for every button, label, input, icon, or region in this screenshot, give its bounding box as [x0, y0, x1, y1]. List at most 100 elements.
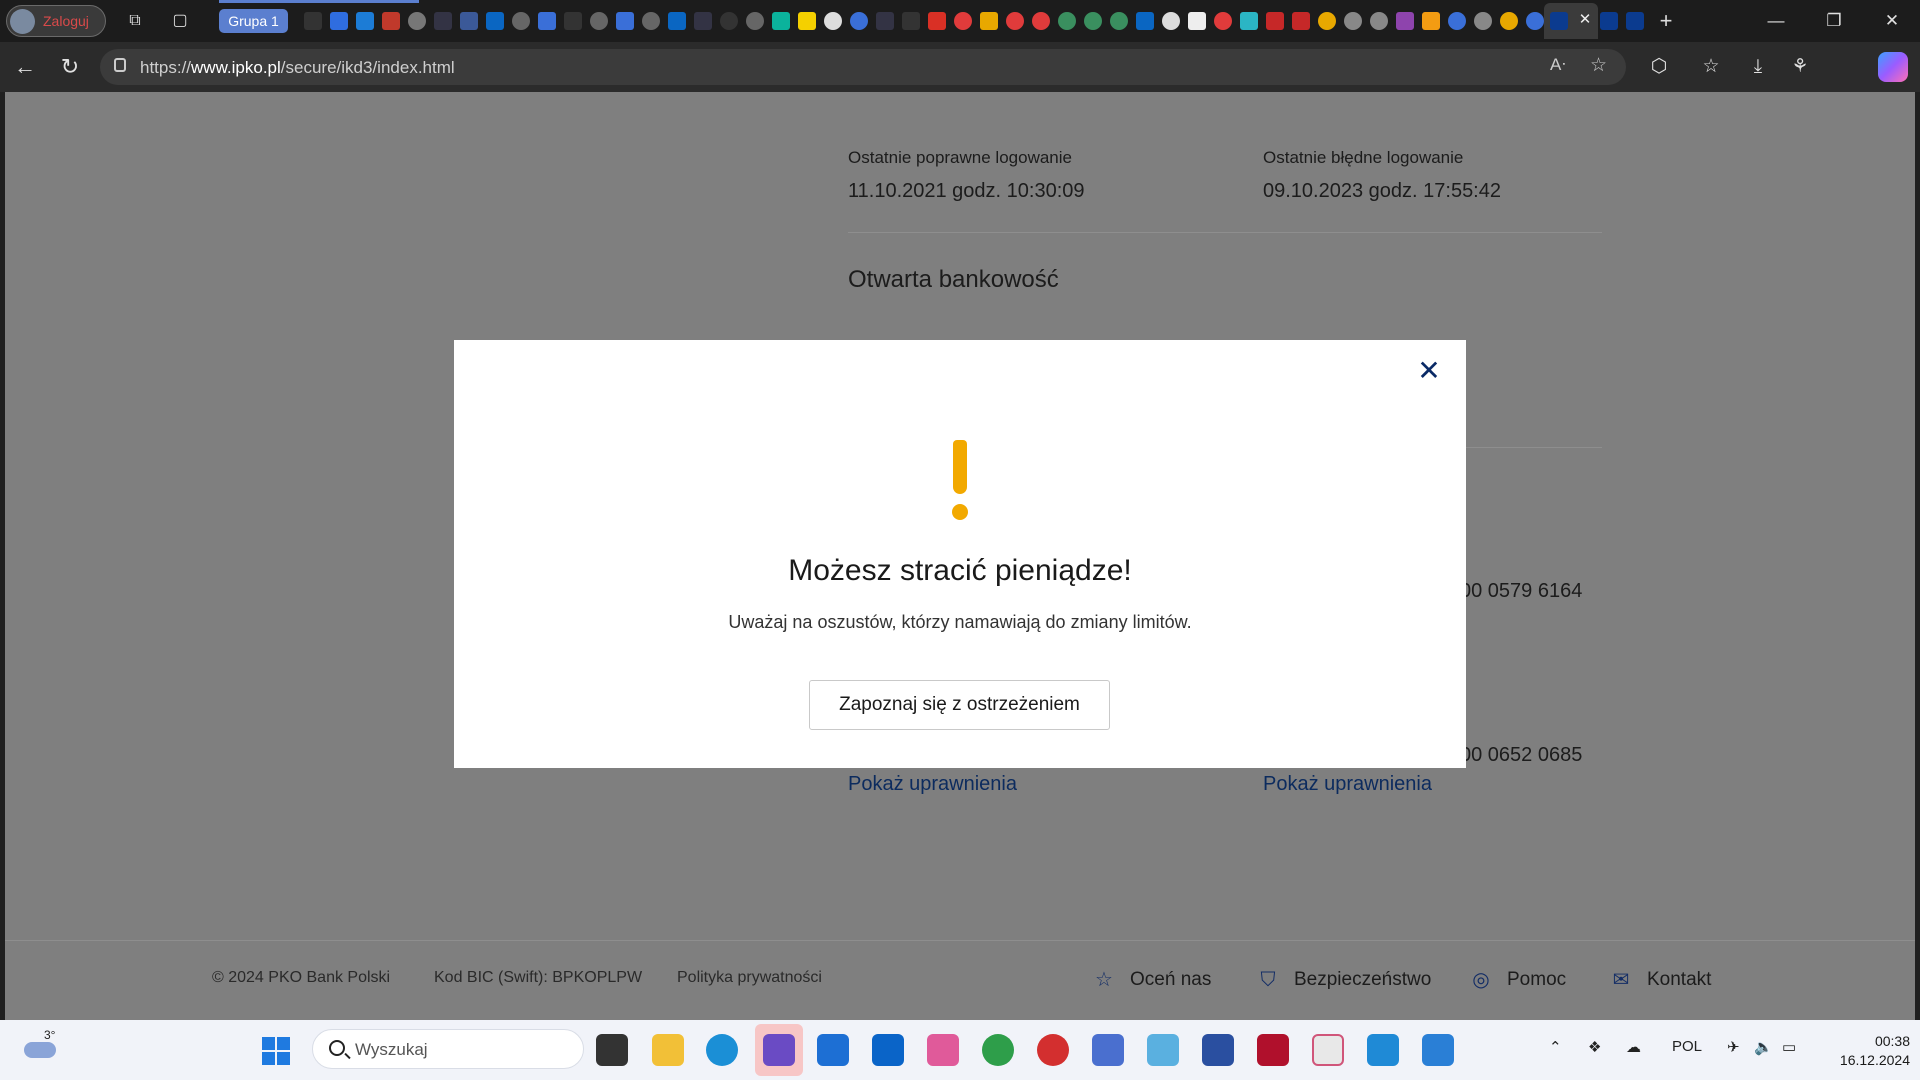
app-icon[interactable]: [927, 1034, 959, 1066]
tab-favicon[interactable]: [1344, 12, 1362, 30]
tab-favicon[interactable]: [408, 12, 426, 30]
tab-favicon[interactable]: [1032, 12, 1050, 30]
dropbox-icon[interactable]: ❖: [1588, 1038, 1601, 1056]
tab-favicon[interactable]: [1474, 12, 1492, 30]
outlook-icon[interactable]: [872, 1034, 904, 1066]
collections-icon[interactable]: ⚘: [1787, 54, 1813, 80]
tab-favicon[interactable]: [1600, 12, 1618, 30]
tab-group-label[interactable]: Grupa 1: [219, 9, 288, 33]
photos-icon[interactable]: [1422, 1034, 1454, 1066]
refresh-icon[interactable]: ↻: [57, 54, 83, 80]
tab-favicon[interactable]: [382, 12, 400, 30]
app-icon[interactable]: [1257, 1034, 1289, 1066]
chevron-up-icon[interactable]: ⌃: [1549, 1038, 1562, 1056]
tab-favicon[interactable]: [902, 12, 920, 30]
tab-favicon[interactable]: [642, 12, 660, 30]
tab-favicon[interactable]: [330, 12, 348, 30]
clock[interactable]: 00:38 16.12.2024: [1810, 1032, 1910, 1070]
favorite-star-icon[interactable]: ☆: [1590, 54, 1607, 77]
tab-favicon[interactable]: [1084, 12, 1102, 30]
help-link[interactable]: Pomoc: [1507, 969, 1566, 991]
favorites-icon[interactable]: ☆: [1698, 54, 1724, 80]
tab-favicon[interactable]: [928, 12, 946, 30]
tab-favicon[interactable]: [1188, 12, 1206, 30]
tab-favicon[interactable]: [746, 12, 764, 30]
show-permissions-link[interactable]: Pokaż uprawnienia: [848, 773, 1017, 796]
tab-favicon[interactable]: [304, 12, 322, 30]
tab-favicon[interactable]: [720, 12, 738, 30]
volume-icon[interactable]: 🔈: [1754, 1038, 1773, 1056]
cloud-sync-icon[interactable]: ☁: [1626, 1038, 1641, 1056]
privacy-link[interactable]: Polityka prywatności: [677, 969, 822, 987]
tab-favicon[interactable]: [1292, 12, 1310, 30]
tab-actions-icon[interactable]: ▢: [169, 10, 191, 32]
tab-favicon[interactable]: [1626, 12, 1644, 30]
tab-favicon[interactable]: [486, 12, 504, 30]
tab-favicon[interactable]: [1214, 12, 1232, 30]
tab-favicon[interactable]: [1136, 12, 1154, 30]
active-tab[interactable]: ✕: [1544, 3, 1598, 39]
tab-favicon[interactable]: [538, 12, 556, 30]
tab-favicon[interactable]: [850, 12, 868, 30]
weather-widget[interactable]: 3°: [24, 1028, 60, 1060]
rate-us-link[interactable]: Oceń nas: [1130, 969, 1211, 991]
save-app-icon[interactable]: [763, 1034, 795, 1066]
downloads-icon[interactable]: ⤓: [1745, 54, 1771, 80]
tab-favicon[interactable]: [954, 12, 972, 30]
tab-favicon[interactable]: [668, 12, 686, 30]
snipping-tool-icon[interactable]: [1312, 1034, 1344, 1066]
app-icon[interactable]: [982, 1034, 1014, 1066]
minimize-icon[interactable]: —: [1756, 8, 1796, 34]
lock-icon[interactable]: [114, 58, 126, 72]
tab-favicon[interactable]: [980, 12, 998, 30]
network-app-icon[interactable]: [1092, 1034, 1124, 1066]
tab-favicon[interactable]: [1162, 12, 1180, 30]
app-icon[interactable]: [1037, 1034, 1069, 1066]
edge-icon[interactable]: [706, 1034, 738, 1066]
tab-favicon[interactable]: [1526, 12, 1544, 30]
copilot-icon[interactable]: [1878, 52, 1908, 82]
tab-favicon[interactable]: [460, 12, 478, 30]
tab-favicon[interactable]: [1006, 12, 1024, 30]
tab-favicon[interactable]: [356, 12, 374, 30]
tab-favicon[interactable]: [1396, 12, 1414, 30]
workspaces-icon[interactable]: ⧉: [124, 10, 146, 32]
taskbar-search[interactable]: Wyszukaj: [312, 1029, 584, 1069]
tab-favicon[interactable]: [1110, 12, 1128, 30]
tab-favicon[interactable]: [1058, 12, 1076, 30]
extensions-icon[interactable]: ⬡: [1646, 54, 1672, 80]
tab-favicon[interactable]: [1318, 12, 1336, 30]
close-icon[interactable]: ✕: [1414, 356, 1444, 386]
read-warning-button[interactable]: Zapoznaj się z ostrzeżeniem: [809, 680, 1110, 730]
tab-favicon[interactable]: [512, 12, 530, 30]
tab-favicon[interactable]: [1422, 12, 1440, 30]
file-explorer-icon[interactable]: [652, 1034, 684, 1066]
profile-button[interactable]: Zaloguj: [6, 5, 106, 37]
tab-favicon[interactable]: [694, 12, 712, 30]
tab-favicon[interactable]: [1240, 12, 1258, 30]
read-aloud-icon[interactable]: Aᐧ: [1550, 55, 1566, 75]
back-arrow-icon[interactable]: ←: [12, 54, 38, 80]
close-window-icon[interactable]: ✕: [1872, 8, 1912, 34]
battery-icon[interactable]: ▭: [1782, 1038, 1796, 1056]
tab-favicon[interactable]: [1448, 12, 1466, 30]
vscode-icon[interactable]: [1367, 1034, 1399, 1066]
store-icon[interactable]: [817, 1034, 849, 1066]
show-permissions-link[interactable]: Pokaż uprawnienia: [1263, 773, 1432, 796]
airplane-mode-icon[interactable]: ✈: [1727, 1038, 1740, 1056]
app-icon[interactable]: [1147, 1034, 1179, 1066]
security-link[interactable]: Bezpieczeństwo: [1294, 969, 1431, 991]
new-tab-icon[interactable]: +: [1655, 10, 1677, 32]
contact-link[interactable]: Kontakt: [1647, 969, 1711, 991]
restore-icon[interactable]: ❐: [1814, 8, 1854, 34]
tab-favicon[interactable]: [590, 12, 608, 30]
virtualbox-icon[interactable]: [1202, 1034, 1234, 1066]
windows-start-icon[interactable]: [262, 1037, 290, 1065]
tab-favicon[interactable]: [434, 12, 452, 30]
tab-favicon[interactable]: [1370, 12, 1388, 30]
url-field[interactable]: https://www.ipko.pl/secure/ikd3/index.ht…: [100, 49, 1626, 85]
close-tab-icon[interactable]: ✕: [1576, 9, 1594, 31]
tab-favicon[interactable]: [798, 12, 816, 30]
tab-favicon[interactable]: [772, 12, 790, 30]
tab-favicon[interactable]: [824, 12, 842, 30]
